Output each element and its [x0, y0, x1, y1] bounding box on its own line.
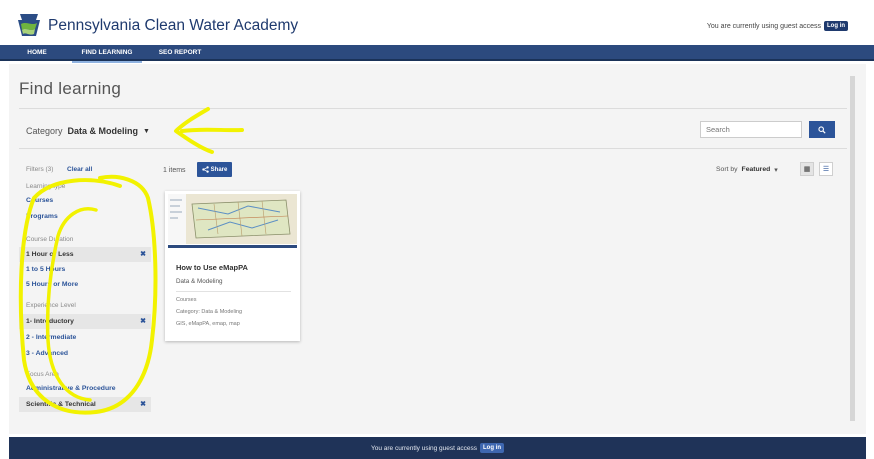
clear-all-filters[interactable]: Clear all — [67, 166, 92, 173]
card-accent-bar — [168, 245, 297, 248]
site-title[interactable]: Pennsylvania Clean Water Academy — [48, 17, 298, 35]
search-input[interactable] — [700, 121, 802, 138]
filter-label: Courses — [26, 197, 54, 204]
filter-5-hours-or-more[interactable]: 5 Hours or More — [19, 277, 151, 292]
caret-down-icon[interactable]: ▼ — [143, 128, 150, 135]
caret-down-icon[interactable]: ▾ — [774, 166, 777, 174]
card-divider — [176, 291, 291, 292]
filter-label: 1 Hour or Less — [26, 251, 74, 258]
guest-access-notice: You are currently using guest access Log… — [707, 21, 848, 31]
filter-section-learning-type: Learning type — [26, 183, 66, 190]
nav-home[interactable]: HOME — [22, 45, 52, 61]
sort-label: Sort by — [716, 166, 738, 173]
close-x-icon[interactable]: ✖ — [140, 314, 146, 329]
course-thumbnail[interactable] — [168, 194, 297, 244]
grid-view-icon: ▦ — [803, 166, 811, 173]
close-x-icon[interactable]: ✖ — [140, 397, 146, 412]
filter-label: 3 - Advanced — [26, 350, 69, 357]
course-tags: GIS, eMapPA, emap, map — [176, 321, 240, 327]
course-type: Courses — [176, 297, 197, 303]
category-divider — [19, 148, 847, 149]
close-x-icon[interactable]: ✖ — [140, 247, 146, 262]
filter-label: Programs — [26, 213, 58, 220]
title-divider — [19, 108, 847, 109]
filter-label: 1- Introductory — [26, 318, 74, 325]
filter-label: 1 to 5 Hours — [26, 266, 66, 273]
main-nav: HOME FIND LEARNING SEO REPORT — [0, 45, 874, 63]
nav-find-learning[interactable]: FIND LEARNING — [72, 45, 142, 63]
list-view-icon: ☰ — [822, 166, 830, 173]
login-button[interactable]: Log in — [824, 21, 848, 31]
sort-value[interactable]: Featured — [742, 166, 771, 174]
share-button[interactable]: Share — [197, 162, 232, 177]
filter-intermediate[interactable]: 2 - Intermediate — [19, 330, 151, 345]
course-category: Category: Data & Modeling — [176, 309, 243, 315]
category-value[interactable]: Data & Modeling — [68, 126, 139, 136]
share-icon — [201, 166, 209, 173]
find-learning-panel: Find learning Category Data & Modeling ▼… — [9, 64, 866, 434]
filters-count: Filters (3) — [26, 166, 54, 173]
filter-section-focus-area: Focus Area — [26, 371, 59, 378]
search-icon — [818, 125, 826, 134]
filter-label: Scientific & Technical — [26, 401, 96, 408]
filter-label: 5 Hours or More — [26, 281, 79, 288]
filter-1-hour-or-less[interactable]: 1 Hour or Less ✖ — [19, 247, 151, 262]
course-title[interactable]: How to Use eMapPA — [176, 263, 248, 272]
footer-guest-text: You are currently using guest access — [371, 444, 477, 452]
course-card[interactable]: How to Use eMapPA Data & Modeling Course… — [165, 191, 300, 341]
sort-dropdown[interactable]: Sort by Featured ▾ — [716, 166, 778, 174]
grid-view-button[interactable]: ▦ — [800, 162, 814, 176]
search-button[interactable] — [809, 121, 835, 138]
site-header: Pennsylvania Clean Water Academy You are… — [0, 0, 874, 45]
filter-programs[interactable]: Programs — [19, 209, 151, 224]
list-view-button[interactable]: ☰ — [819, 162, 833, 176]
filter-courses[interactable]: Courses — [19, 193, 151, 208]
filter-label: 2 - Intermediate — [26, 334, 77, 341]
footer-login-button[interactable]: Log in — [480, 443, 504, 453]
filter-scientific-technical[interactable]: Scientific & Technical ✖ — [19, 397, 151, 412]
filter-introductory[interactable]: 1- Introductory ✖ — [19, 314, 151, 329]
pa-keystone-logo-icon[interactable] — [17, 12, 41, 38]
guest-access-text: You are currently using guest access — [706, 22, 821, 30]
filter-1-to-5-hours[interactable]: 1 to 5 Hours — [19, 262, 151, 277]
filter-section-experience-level: Experience Level — [26, 302, 76, 309]
category-selector[interactable]: Category Data & Modeling ▼ — [26, 126, 150, 136]
filter-advanced[interactable]: 3 - Advanced — [19, 346, 151, 361]
site-footer: You are currently using guest access Log… — [9, 437, 866, 459]
share-label: Share — [210, 166, 228, 173]
filter-label: Administrative & Procedure — [26, 385, 116, 392]
results-count: 1 items — [163, 167, 186, 174]
nav-seo-report[interactable]: SEO REPORT — [155, 45, 205, 61]
map-thumbnail-image — [168, 194, 297, 244]
page-scrollbar[interactable] — [850, 76, 855, 421]
category-label: Category — [26, 126, 63, 136]
page-title: Find learning — [19, 79, 122, 98]
filter-administrative-procedure[interactable]: Administrative & Procedure — [19, 381, 151, 396]
filter-section-course-duration: Course Duration — [26, 236, 74, 243]
course-subtitle: Data & Modeling — [176, 278, 223, 285]
